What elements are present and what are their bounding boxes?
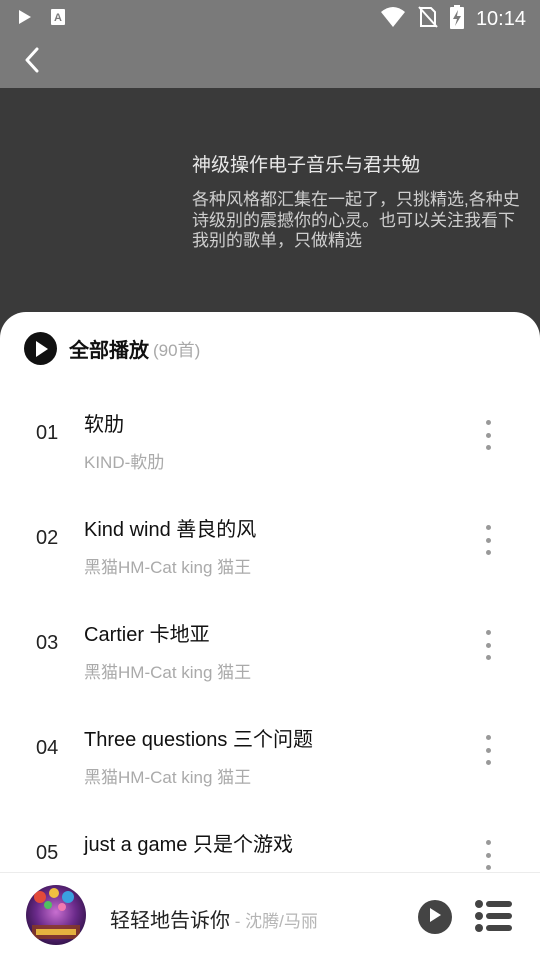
- now-playing-text: 轻轻地告诉你 - 沈腾/马丽: [110, 904, 318, 933]
- song-title: Kind wind 善良的风: [84, 519, 257, 541]
- now-playing-artist: 沈腾/马丽: [245, 912, 318, 931]
- mini-player[interactable]: 轻轻地告诉你 - 沈腾/马丽: [0, 872, 540, 960]
- battery-charging-icon: [449, 5, 464, 34]
- playlist-title: 神级操作电子音乐与君共勉: [192, 155, 421, 176]
- album-cover[interactable]: [26, 885, 86, 945]
- song-row[interactable]: 03 Cartier 卡地亚 黑猫HM-Cat king 猫王: [0, 598, 540, 703]
- play-all-label: 全部播放: [69, 340, 149, 362]
- play-circle-icon: [24, 332, 57, 365]
- song-title: Three questions 三个问题: [84, 729, 313, 751]
- song-index: 04: [36, 737, 59, 759]
- song-row[interactable]: 05 just a game 只是个游戏: [0, 808, 540, 872]
- playlist-description: 各种风格都汇集在一起了，只挑精选,各种史诗级别的震撼你的心灵。也可以关注我看下我…: [192, 190, 520, 250]
- playlist-header: 神级操作电子音乐与君共勉 各种风格都汇集在一起了，只挑精选,各种史诗级别的震撼你…: [0, 88, 540, 328]
- song-row[interactable]: 01 软肋 KIND-軟肋: [0, 388, 540, 493]
- playlist-button[interactable]: [474, 899, 514, 935]
- now-playing-title: 轻轻地告诉你: [110, 910, 230, 932]
- song-artist: 黑猫HM-Cat king 猫王: [84, 558, 252, 577]
- song-title: just a game 只是个游戏: [84, 834, 293, 856]
- app-bar: [0, 36, 540, 88]
- play-icon: [428, 907, 442, 928]
- song-artist: 黑猫HM-Cat king 猫王: [84, 768, 252, 787]
- back-arrow-icon: [24, 47, 40, 78]
- wifi-icon: [380, 6, 406, 33]
- song-title: Cartier 卡地亚: [84, 624, 210, 646]
- song-row[interactable]: 04 Three questions 三个问题 黑猫HM-Cat king 猫王: [0, 703, 540, 808]
- more-options-icon[interactable]: [474, 731, 502, 769]
- song-count: (90首): [153, 341, 201, 360]
- status-time: 10:14: [475, 8, 526, 30]
- song-index: 01: [36, 422, 59, 444]
- song-artist: KIND-軟肋: [84, 453, 165, 472]
- play-button[interactable]: [418, 900, 452, 934]
- more-options-icon[interactable]: [474, 626, 502, 664]
- song-index: 05: [36, 842, 59, 864]
- song-artist: 黑猫HM-Cat king 猫王: [84, 663, 252, 682]
- title-separator: -: [230, 912, 246, 931]
- more-options-icon[interactable]: [474, 416, 502, 454]
- song-row[interactable]: 02 Kind wind 善良的风 黑猫HM-Cat king 猫王: [0, 493, 540, 598]
- svg-text:A: A: [54, 12, 62, 24]
- play-icon: [18, 9, 32, 30]
- play-all-button[interactable]: 全部播放 (90首): [24, 332, 200, 365]
- song-title: 软肋: [84, 414, 124, 436]
- playlist-icon: [474, 900, 514, 937]
- song-index: 03: [36, 632, 59, 654]
- song-list-sheet: 全部播放 (90首) 01 软肋 KIND-軟肋 02 Kind wind 善良…: [0, 312, 540, 872]
- song-index: 02: [36, 527, 59, 549]
- status-bar: A 10:14: [0, 0, 540, 36]
- back-button[interactable]: [18, 47, 46, 78]
- more-options-icon[interactable]: [474, 836, 502, 872]
- no-sim-icon: [418, 5, 438, 34]
- more-options-icon[interactable]: [474, 521, 502, 559]
- text-a-icon: A: [50, 8, 66, 31]
